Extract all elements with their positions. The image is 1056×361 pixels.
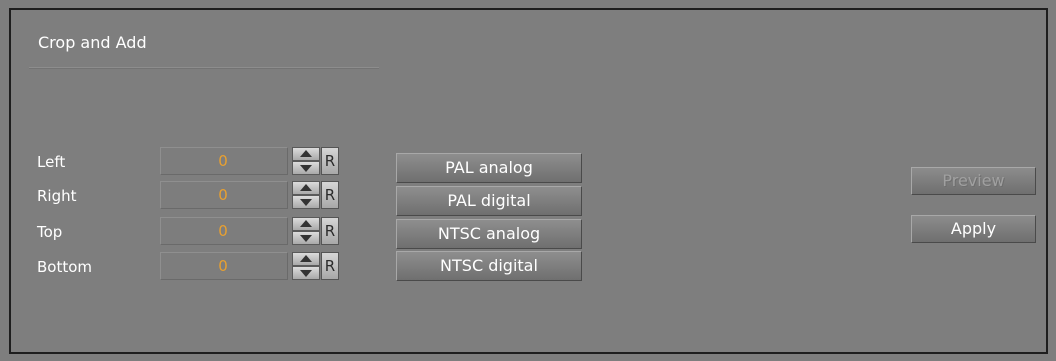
crop-row-top: Top 0 R (11, 217, 371, 247)
preview-button[interactable]: Preview (911, 167, 1036, 195)
increment-arrow-icon[interactable] (292, 252, 320, 266)
crop-bottom-reset-button[interactable]: R (321, 252, 339, 280)
crop-bottom-input[interactable]: 0 (160, 252, 288, 280)
crop-and-add-panel: Crop and Add Left 0 R Right 0 R Top 0 R … (9, 8, 1048, 354)
crop-left-input[interactable]: 0 (160, 147, 288, 175)
increment-arrow-icon[interactable] (292, 181, 320, 195)
crop-top-reset-button[interactable]: R (321, 217, 339, 245)
ntsc-analog-button[interactable]: NTSC analog (396, 219, 582, 249)
crop-label-right: Right (37, 187, 77, 205)
crop-left-stepper[interactable] (292, 147, 320, 175)
crop-right-reset-button[interactable]: R (321, 181, 339, 209)
crop-row-bottom: Bottom 0 R (11, 252, 371, 282)
pal-digital-button[interactable]: PAL digital (396, 186, 582, 216)
crop-label-top: Top (37, 223, 63, 241)
crop-right-stepper[interactable] (292, 181, 320, 209)
crop-left-reset-button[interactable]: R (321, 147, 339, 175)
ntsc-digital-button[interactable]: NTSC digital (396, 251, 582, 281)
crop-bottom-stepper[interactable] (292, 252, 320, 280)
crop-label-bottom: Bottom (37, 258, 93, 276)
decrement-arrow-icon[interactable] (292, 231, 320, 245)
decrement-arrow-icon[interactable] (292, 161, 320, 175)
crop-row-left: Left 0 R (11, 147, 371, 177)
crop-row-right: Right 0 R (11, 181, 371, 211)
crop-label-left: Left (37, 153, 66, 171)
increment-arrow-icon[interactable] (292, 147, 320, 161)
decrement-arrow-icon[interactable] (292, 195, 320, 209)
increment-arrow-icon[interactable] (292, 217, 320, 231)
crop-top-input[interactable]: 0 (160, 217, 288, 245)
crop-top-stepper[interactable] (292, 217, 320, 245)
apply-button[interactable]: Apply (911, 215, 1036, 243)
decrement-arrow-icon[interactable] (292, 266, 320, 280)
crop-right-input[interactable]: 0 (160, 181, 288, 209)
pal-analog-button[interactable]: PAL analog (396, 153, 582, 183)
title-divider (29, 67, 379, 69)
panel-title: Crop and Add (38, 33, 147, 52)
